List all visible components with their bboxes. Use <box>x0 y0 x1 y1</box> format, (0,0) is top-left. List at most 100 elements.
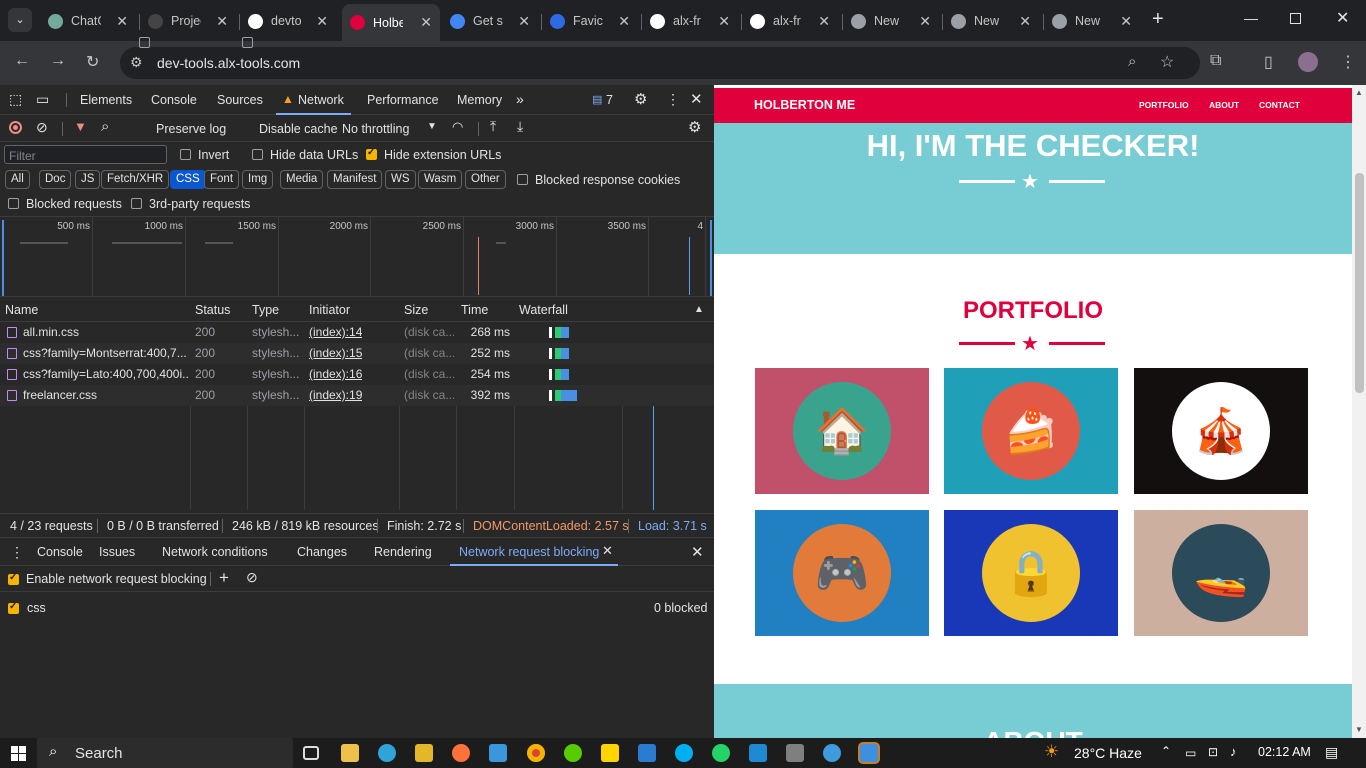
issues-icon[interactable]: ▤ <box>592 93 602 106</box>
type-filter-wasm[interactable]: Wasm <box>418 170 463 189</box>
drawer-tab-rendering[interactable]: Rendering <box>374 545 432 559</box>
export-har-icon[interactable]: ⤓ <box>517 118 523 135</box>
waterfall-bar[interactable] <box>549 327 569 338</box>
portfolio-item[interactable]: 🚤 <box>1134 510 1308 636</box>
device-toolbar-icon[interactable]: ▭ <box>36 91 49 108</box>
col-waterfall[interactable]: Waterfall <box>519 303 568 317</box>
site-brand[interactable]: HOLBERTON ME <box>754 98 855 112</box>
type-filter-doc[interactable]: Doc <box>39 170 72 189</box>
minimize-button[interactable]: — <box>1244 10 1258 26</box>
browser-tab[interactable]: alx-fr ✕ <box>642 6 738 36</box>
close-tab-icon[interactable]: ✕ <box>1120 13 1132 30</box>
type-filter-all[interactable]: All <box>5 170 30 189</box>
mail-icon[interactable] <box>489 744 507 762</box>
type-filter-manifest[interactable]: Manifest <box>327 170 383 189</box>
more-tabs-icon[interactable]: » <box>516 91 524 107</box>
duolingo-icon[interactable] <box>564 744 582 762</box>
close-window-button[interactable]: ✕ <box>1336 8 1349 28</box>
file-explorer-icon[interactable] <box>341 744 359 762</box>
table-row[interactable]: all.min.css 200 stylesh... (index):14 (disk … <box>0 322 714 343</box>
browser-tab[interactable]: Get st ✕ <box>442 6 538 36</box>
vscode-icon[interactable] <box>749 744 767 762</box>
portfolio-item[interactable]: 🎮 <box>755 510 929 636</box>
filter-funnel-icon[interactable]: ▼ <box>74 119 87 134</box>
close-tab-icon[interactable]: ✕ <box>818 13 830 30</box>
drawer-tab-issues[interactable]: Issues <box>99 545 135 559</box>
table-row[interactable]: css?family=Montserrat:400,7... 200 stylesh… <box>0 343 714 364</box>
site-info-icon[interactable]: ⚙ <box>130 54 143 71</box>
firefox-icon[interactable] <box>452 744 470 762</box>
network-conditions-icon[interactable]: ◠ <box>452 119 463 135</box>
col-status[interactable]: Status <box>195 303 230 317</box>
devtools-menu-icon[interactable]: ⋮ <box>666 91 680 108</box>
type-filter-media[interactable]: Media <box>280 170 324 189</box>
tab-sources[interactable]: Sources <box>217 93 263 107</box>
portfolio-item[interactable]: 🏠 <box>755 368 929 494</box>
weather-text[interactable]: 28°C Haze <box>1074 745 1142 761</box>
blocked-response-cookies-checkbox[interactable] <box>517 174 528 185</box>
drawer-tab-changes[interactable]: Changes <box>297 545 347 559</box>
bookmark-star-icon[interactable]: ☆ <box>1160 52 1174 72</box>
third-party-checkbox[interactable] <box>131 198 142 209</box>
extensions-icon[interactable]: ⧉ <box>1210 52 1221 70</box>
restore-button[interactable] <box>1290 13 1301 24</box>
close-drawer-tab-icon[interactable]: ✕ <box>602 543 613 559</box>
remove-all-patterns-icon[interactable]: ⊘ <box>246 569 258 586</box>
request-initiator[interactable]: (index):16 <box>309 367 362 381</box>
blocking-pattern-row[interactable]: css 0 blocked <box>0 596 714 620</box>
hide-extension-urls-checkbox[interactable] <box>366 147 377 160</box>
chrome-taskbar-icon[interactable] <box>527 744 545 762</box>
drawer-tab-console[interactable]: Console <box>37 545 83 559</box>
close-tab-icon[interactable]: ✕ <box>618 13 630 30</box>
new-tab-button[interactable]: + <box>1152 9 1164 29</box>
table-row[interactable]: freelancer.css 200 stylesh... (index):19 (di… <box>0 385 714 406</box>
skype-icon[interactable] <box>675 744 693 762</box>
close-drawer-icon[interactable]: ✕ <box>691 543 704 561</box>
network-overview-timeline[interactable]: 500 ms 1000 ms 1500 ms 2000 ms 2500 ms 3000 m… <box>0 216 714 297</box>
settings-gear-icon[interactable]: ⚙ <box>634 90 647 108</box>
network-icon[interactable]: ⊡ <box>1208 745 1218 759</box>
nav-contact[interactable]: CONTACT <box>1259 100 1300 110</box>
tab-elements[interactable]: Elements <box>80 93 132 107</box>
drawer-tab-network-conditions[interactable]: Network conditions <box>162 545 268 559</box>
filter-input[interactable]: Filter <box>4 145 167 164</box>
throttling-select[interactable]: No throttling <box>342 122 409 136</box>
close-tab-icon[interactable]: ✕ <box>518 13 530 30</box>
drawer-tab-network-request-blocking[interactable]: Network request blocking ✕ <box>450 538 618 566</box>
drawer-menu-icon[interactable]: ⋮ <box>10 544 24 561</box>
blocked-requests-checkbox[interactable] <box>8 198 19 209</box>
col-name[interactable]: Name <box>5 303 38 317</box>
sticky-notes-icon[interactable] <box>601 744 619 762</box>
close-tab-icon[interactable]: ✕ <box>1019 13 1031 30</box>
browser-tab[interactable]: New ✕ <box>1044 6 1140 36</box>
chrome-menu-icon[interactable]: ⋮ <box>1340 52 1356 72</box>
col-size[interactable]: Size <box>404 303 428 317</box>
dropdown-arrow-icon[interactable]: ▼ <box>427 121 437 132</box>
table-row[interactable]: css?family=Lato:400,700,400i... 200 styles… <box>0 364 714 385</box>
col-type[interactable]: Type <box>252 303 279 317</box>
windows-start-icon[interactable] <box>11 746 26 761</box>
tab-search-button[interactable]: ⌄ <box>8 8 32 32</box>
browser-tab[interactable]: devto ✕ <box>240 6 336 36</box>
search-icon[interactable]: ⌕ <box>101 118 109 135</box>
browser-tab[interactable]: New ✕ <box>843 6 939 36</box>
close-tab-icon[interactable]: ✕ <box>718 13 730 30</box>
portfolio-item[interactable]: 🍰 <box>944 368 1118 494</box>
tab-memory[interactable]: Memory <box>457 93 502 107</box>
taskbar-search-box[interactable]: ⌕ Search <box>37 738 293 768</box>
close-tab-icon[interactable]: ✕ <box>116 13 128 30</box>
address-bar[interactable]: ⚙ dev-tools.alx-tools.com ⌕ ☆ <box>120 47 1200 79</box>
notifications-icon[interactable]: ▤ <box>1325 744 1338 761</box>
browser-tab[interactable]: New ✕ <box>943 6 1039 36</box>
whatsapp-icon[interactable] <box>712 744 730 762</box>
nav-portfolio[interactable]: PORTFOLIO <box>1139 100 1189 110</box>
type-filter-ws[interactable]: WS <box>385 170 416 189</box>
add-pattern-icon[interactable]: + <box>219 568 229 588</box>
col-initiator[interactable]: Initiator <box>309 303 350 317</box>
battery-icon[interactable]: ▭ <box>1185 746 1196 760</box>
close-tab-icon[interactable]: ✕ <box>420 14 432 31</box>
close-devtools-icon[interactable]: ✕ <box>690 90 703 108</box>
invert-checkbox[interactable] <box>180 149 191 160</box>
photos-icon[interactable] <box>638 744 656 762</box>
app2-icon[interactable] <box>823 744 841 762</box>
